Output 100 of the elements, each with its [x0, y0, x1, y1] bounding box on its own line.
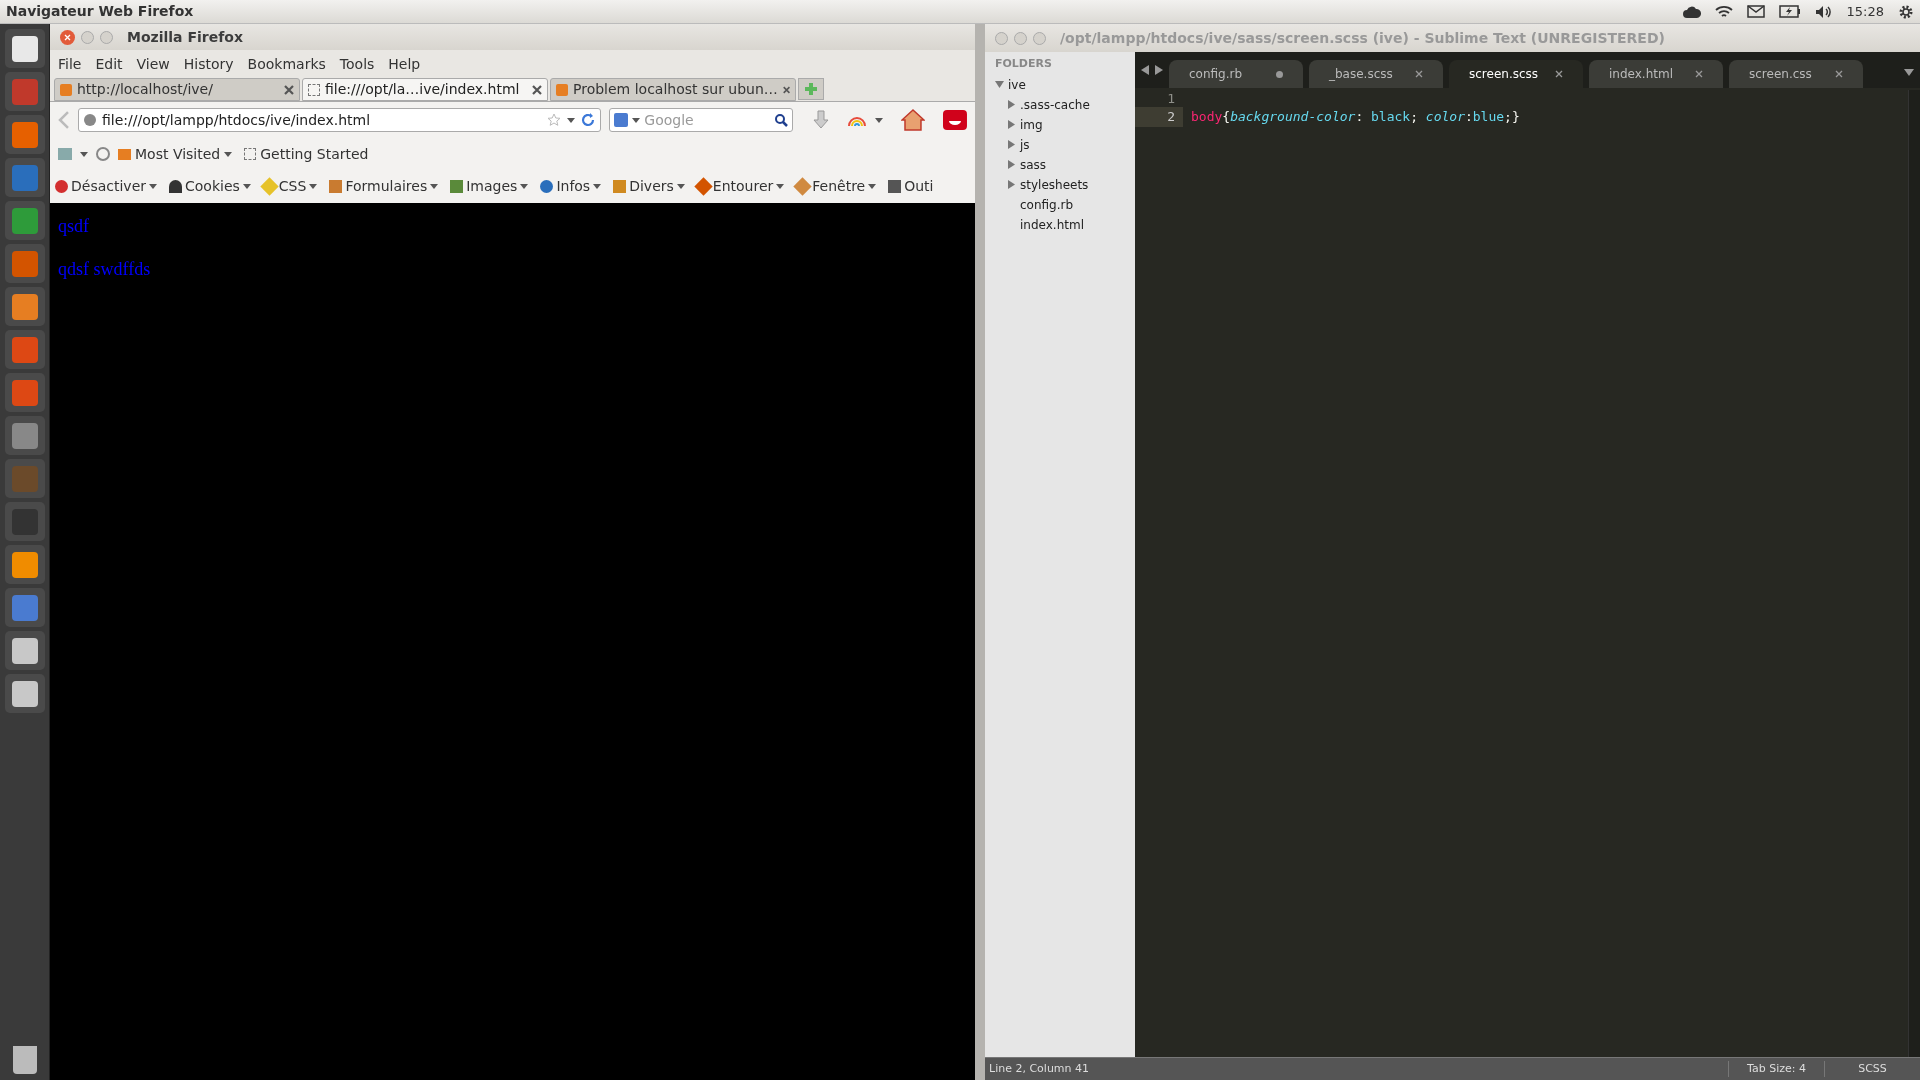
editor-tab[interactable]: screen.scss: [1449, 60, 1583, 88]
folder-tree-item[interactable]: ive: [995, 74, 1125, 95]
bookmark-item[interactable]: Getting Started: [244, 143, 369, 165]
next-tab-icon[interactable]: [1155, 65, 1163, 75]
close-tab-icon[interactable]: [1695, 70, 1703, 78]
toolbar-tool-icon: [450, 180, 464, 193]
close-tab-icon[interactable]: [782, 84, 790, 95]
page-paragraph: qdsf swdffds: [58, 258, 151, 281]
menu-item[interactable]: Help: [388, 53, 421, 75]
close-tab-icon[interactable]: [1555, 70, 1563, 78]
app-launcher-icon[interactable]: [11, 293, 38, 320]
clock[interactable]: 15:28: [1846, 1, 1884, 22]
previous-tab-icon[interactable]: [1141, 65, 1149, 75]
cursor-position: Line 2, Column 41: [988, 1060, 1091, 1077]
panel-title: Navigateur Web Firefox: [6, 2, 194, 21]
editor-tab[interactable]: config.rb: [1169, 60, 1303, 88]
menu-item[interactable]: View: [136, 53, 170, 75]
battery-icon[interactable]: [1778, 5, 1801, 18]
caret-icon: [224, 151, 233, 157]
search-engine-icon[interactable]: [614, 113, 629, 127]
folder-tree-item[interactable]: index.html: [1007, 214, 1125, 235]
menu-item[interactable]: Edit: [95, 53, 123, 75]
collapsed-triangle-icon[interactable]: [1007, 180, 1016, 189]
toolbar-tool-icon: [169, 180, 182, 193]
toolbar-menu-button[interactable]: Divers: [613, 176, 685, 197]
toolbar-menu-button[interactable]: Outi: [888, 176, 934, 197]
editor-tab[interactable]: _base.scss: [1309, 60, 1443, 88]
volume-icon[interactable]: [1814, 4, 1833, 19]
favicon-icon: [308, 83, 320, 96]
tab-size[interactable]: Tab Size: 4: [1728, 1060, 1824, 1078]
caret-icon: [776, 184, 785, 189]
toolbar-menu-button[interactable]: CSS: [262, 176, 318, 197]
toolbar-menu-button[interactable]: Images: [450, 176, 529, 197]
collapsed-triangle-icon[interactable]: [1007, 100, 1016, 109]
trash-icon[interactable]: [12, 1046, 37, 1074]
close-tab-icon[interactable]: [1415, 70, 1423, 78]
reload-icon[interactable]: [581, 113, 596, 127]
editor-tab[interactable]: index.html: [1589, 60, 1723, 88]
menu-item[interactable]: Tools: [339, 53, 375, 75]
browser-tab[interactable]: http://localhost/ive/: [54, 78, 300, 101]
menu-item[interactable]: File: [58, 53, 82, 75]
app-launcher-icon[interactable]: [11, 680, 38, 707]
close-x-icon: [64, 33, 71, 41]
caret-icon: [149, 184, 157, 189]
toolbar-menu-button[interactable]: Cookies: [169, 176, 251, 197]
browser-tab[interactable]: file:///opt/la…ive/index.html: [302, 78, 548, 101]
caret-icon: [632, 117, 641, 123]
star-icon[interactable]: [547, 113, 562, 127]
menu-item[interactable]: Bookmarks: [247, 53, 326, 75]
tab-list-icon[interactable]: [1904, 69, 1914, 76]
wifi-icon[interactable]: [1714, 5, 1733, 18]
line-number: 2: [1135, 107, 1183, 127]
page-paragraph: qsdf: [58, 215, 89, 238]
folder-tree-item[interactable]: config.rb: [1007, 194, 1125, 215]
toolbar-menu-button[interactable]: Infos: [540, 176, 602, 197]
sidebar-heading: FOLDERS: [995, 56, 1053, 72]
toolbar-menu-button[interactable]: Entourer: [696, 176, 785, 197]
rainbow-icon[interactable]: [847, 114, 868, 126]
toolbar-tool-icon: [613, 180, 627, 193]
folder-tree-item[interactable]: stylesheets: [1007, 174, 1125, 195]
search-field[interactable]: Google: [609, 108, 794, 132]
caret-icon: [430, 184, 439, 189]
code-line: body{background-color: black; color:blue;}: [1190, 108, 1520, 127]
home-icon[interactable]: [901, 109, 926, 131]
mail-icon[interactable]: [1746, 5, 1765, 18]
editor-tab[interactable]: screen.css: [1729, 60, 1863, 88]
caret-icon: [567, 117, 576, 123]
app-launcher-icon[interactable]: [11, 637, 38, 664]
search-icon[interactable]: [774, 113, 789, 127]
cloud-icon[interactable]: [1682, 5, 1701, 18]
folder-tree-item[interactable]: .sass-cache: [1007, 94, 1125, 115]
close-tab-icon[interactable]: [1835, 70, 1843, 78]
toolbar-menu-button[interactable]: Formulaires: [329, 176, 439, 197]
folder-tree-item[interactable]: js: [1007, 134, 1125, 155]
browser-tab[interactable]: Problem localhost sur ubun…: [550, 78, 796, 101]
collapsed-triangle-icon[interactable]: [1007, 160, 1016, 169]
collapsed-triangle-icon[interactable]: [1007, 120, 1016, 129]
syntax-mode[interactable]: SCSS: [1824, 1060, 1920, 1078]
app-launcher-icon[interactable]: [11, 35, 38, 62]
folder-tree-item[interactable]: sass: [1007, 154, 1125, 175]
smiley-icon[interactable]: [943, 110, 967, 130]
collapsed-triangle-icon[interactable]: [1007, 140, 1016, 149]
app-launcher-icon[interactable]: [11, 551, 38, 578]
close-button[interactable]: [60, 29, 75, 45]
close-tab-icon[interactable]: [284, 84, 294, 95]
caret-icon: [80, 151, 88, 157]
search-input[interactable]: Google: [644, 109, 771, 131]
settings-icon[interactable]: [1898, 3, 1914, 20]
folder-tree-item[interactable]: img: [1007, 114, 1125, 135]
address-bar[interactable]: file:///opt/lampp/htdocs/ive/index.html: [78, 108, 602, 132]
download-icon[interactable]: [813, 110, 830, 130]
bookmark-item[interactable]: Most Visited: [118, 143, 233, 165]
plus-icon: [804, 82, 818, 96]
toolbar-menu-button[interactable]: Fenêtre: [796, 176, 877, 197]
caret-icon: [593, 184, 602, 189]
menu-item[interactable]: History: [183, 53, 234, 75]
close-tab-icon[interactable]: [532, 84, 542, 95]
window-title: Mozilla Firefox: [127, 27, 243, 47]
expanded-triangle-icon[interactable]: [995, 80, 1004, 89]
toolbar-menu-button[interactable]: Désactiver: [55, 176, 157, 197]
